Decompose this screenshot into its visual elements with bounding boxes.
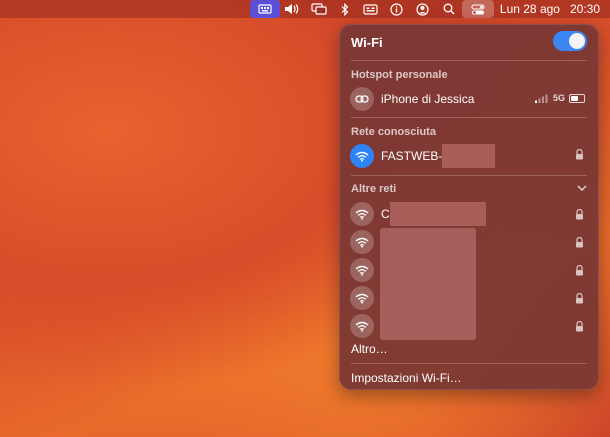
screen-mirroring-icon[interactable]: [306, 0, 332, 18]
redacted-ssid: [442, 144, 496, 168]
menu-bar-time[interactable]: 20:30: [564, 2, 610, 16]
divider: [351, 363, 587, 364]
lock-icon: [575, 207, 584, 225]
wifi-toggle-knob: [569, 33, 585, 49]
divider: [351, 117, 587, 118]
battery-level: [571, 95, 578, 101]
lock-icon: [575, 263, 584, 281]
wifi-icon: [350, 314, 374, 338]
wifi-icon: [350, 258, 374, 282]
network-type-badge: 5G: [552, 93, 565, 103]
other-network-row[interactable]: C: [350, 202, 587, 226]
lock-icon: [576, 149, 583, 160]
menu-bar: Lun 28 ago 20:30: [0, 0, 610, 18]
known-network-section-label: Rete conosciuta: [351, 126, 436, 138]
lock-icon: [575, 291, 584, 309]
lock-icon: [575, 319, 584, 337]
info-icon[interactable]: [384, 0, 410, 18]
cellular-signal-icon: [534, 94, 548, 103]
other-network-item[interactable]: Altro…: [351, 342, 388, 356]
keyboard-icon[interactable]: [249, 0, 280, 18]
other-network-name: C: [381, 207, 390, 221]
volume-icon[interactable]: [280, 0, 306, 18]
wifi-settings-item[interactable]: Impostazioni Wi-Fi…: [351, 371, 462, 385]
input-source-icon[interactable]: [358, 0, 384, 18]
redacted-network-names: [380, 228, 476, 340]
hotspot-section-label: Hotspot personale: [351, 69, 448, 81]
bluetooth-icon[interactable]: [332, 0, 358, 18]
personal-hotspot-icon: [350, 87, 374, 111]
battery-icon: [569, 93, 585, 103]
menu-bar-date[interactable]: Lun 28 ago: [494, 2, 564, 16]
hotspot-status: 5G: [534, 93, 585, 103]
chevron-down-icon[interactable]: [577, 185, 587, 192]
wifi-icon: [350, 144, 374, 168]
divider: [351, 60, 587, 61]
user-icon[interactable]: [410, 0, 436, 18]
redacted-ssid: [389, 202, 486, 226]
wifi-menu-title: Wi-Fi: [351, 35, 383, 50]
wifi-toggle[interactable]: [553, 31, 587, 51]
search-icon[interactable]: [436, 0, 462, 18]
divider: [351, 175, 587, 176]
known-network-row[interactable]: FASTWEB-: [350, 144, 587, 168]
other-networks-section-label: Altre reti: [351, 183, 397, 195]
known-network-name: FASTWEB-: [381, 149, 443, 163]
lock-icon: [575, 235, 584, 253]
wifi-icon: [350, 286, 374, 310]
hotspot-row[interactable]: iPhone di Jessica 5G: [350, 87, 587, 111]
wifi-icon: [350, 230, 374, 254]
wifi-icon: [350, 202, 374, 226]
hotspot-name: iPhone di Jessica: [381, 92, 475, 106]
control-center-icon[interactable]: [461, 0, 494, 18]
